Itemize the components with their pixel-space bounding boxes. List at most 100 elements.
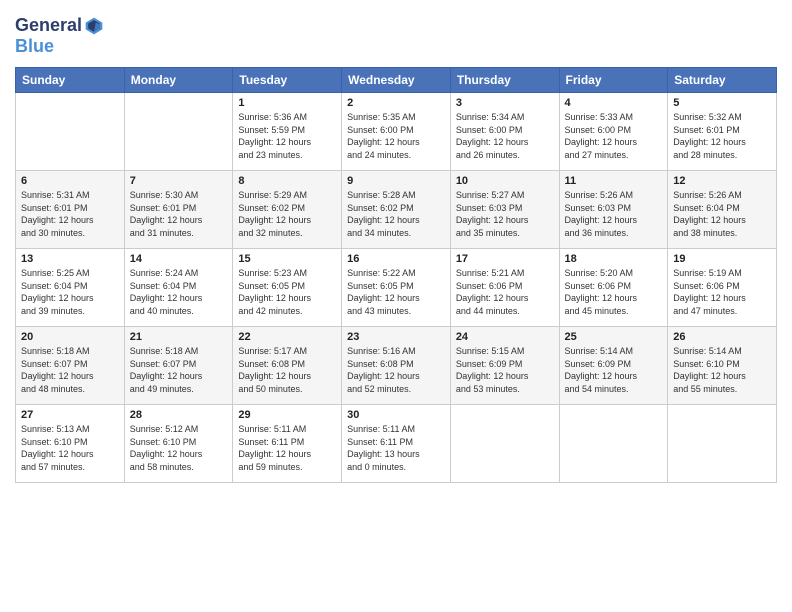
day-number: 21 xyxy=(130,331,228,343)
day-number: 16 xyxy=(347,253,445,265)
calendar-table: SundayMondayTuesdayWednesdayThursdayFrid… xyxy=(15,67,777,483)
sunrise-info: Sunrise: 5:35 AM xyxy=(347,112,416,122)
day-number: 17 xyxy=(456,253,554,265)
day-info: Sunrise: 5:27 AM Sunset: 6:03 PM Dayligh… xyxy=(456,189,554,239)
calendar-cell: 16 Sunrise: 5:22 AM Sunset: 6:05 PM Dayl… xyxy=(342,249,451,327)
day-number: 15 xyxy=(238,253,336,265)
logo-general-text: General xyxy=(15,15,82,36)
calendar-cell: 6 Sunrise: 5:31 AM Sunset: 6:01 PM Dayli… xyxy=(16,171,125,249)
daylight-info: Daylight: 12 hours xyxy=(130,293,203,303)
weekday-header-row: SundayMondayTuesdayWednesdayThursdayFrid… xyxy=(16,68,777,93)
day-info: Sunrise: 5:32 AM Sunset: 6:01 PM Dayligh… xyxy=(673,111,771,161)
calendar-cell: 8 Sunrise: 5:29 AM Sunset: 6:02 PM Dayli… xyxy=(233,171,342,249)
daylight-info: Daylight: 12 hours xyxy=(673,215,746,225)
daylight-info: Daylight: 12 hours xyxy=(238,215,311,225)
header: General Blue xyxy=(15,15,777,57)
daylight-info: Daylight: 12 hours xyxy=(130,449,203,459)
daylight-info: Daylight: 12 hours xyxy=(347,215,420,225)
daylight-minutes-info: and 58 minutes. xyxy=(130,462,194,472)
calendar-cell: 1 Sunrise: 5:36 AM Sunset: 5:59 PM Dayli… xyxy=(233,93,342,171)
day-info: Sunrise: 5:23 AM Sunset: 6:05 PM Dayligh… xyxy=(238,267,336,317)
calendar-cell: 27 Sunrise: 5:13 AM Sunset: 6:10 PM Dayl… xyxy=(16,405,125,483)
sunset-info: Sunset: 6:08 PM xyxy=(347,359,414,369)
weekday-header-thursday: Thursday xyxy=(450,68,559,93)
week-row-1: 1 Sunrise: 5:36 AM Sunset: 5:59 PM Dayli… xyxy=(16,93,777,171)
daylight-minutes-info: and 53 minutes. xyxy=(456,384,520,394)
sunrise-info: Sunrise: 5:11 AM xyxy=(347,424,415,434)
day-info: Sunrise: 5:17 AM Sunset: 6:08 PM Dayligh… xyxy=(238,345,336,395)
calendar-cell: 17 Sunrise: 5:21 AM Sunset: 6:06 PM Dayl… xyxy=(450,249,559,327)
day-info: Sunrise: 5:34 AM Sunset: 6:00 PM Dayligh… xyxy=(456,111,554,161)
day-info: Sunrise: 5:26 AM Sunset: 6:03 PM Dayligh… xyxy=(565,189,663,239)
sunrise-info: Sunrise: 5:34 AM xyxy=(456,112,525,122)
calendar-cell: 26 Sunrise: 5:14 AM Sunset: 6:10 PM Dayl… xyxy=(668,327,777,405)
daylight-minutes-info: and 32 minutes. xyxy=(238,228,302,238)
sunrise-info: Sunrise: 5:30 AM xyxy=(130,190,199,200)
daylight-info: Daylight: 12 hours xyxy=(565,293,638,303)
day-number: 1 xyxy=(238,97,336,109)
day-info: Sunrise: 5:20 AM Sunset: 6:06 PM Dayligh… xyxy=(565,267,663,317)
day-info: Sunrise: 5:30 AM Sunset: 6:01 PM Dayligh… xyxy=(130,189,228,239)
weekday-header-wednesday: Wednesday xyxy=(342,68,451,93)
day-info: Sunrise: 5:21 AM Sunset: 6:06 PM Dayligh… xyxy=(456,267,554,317)
calendar-cell: 18 Sunrise: 5:20 AM Sunset: 6:06 PM Dayl… xyxy=(559,249,668,327)
day-info: Sunrise: 5:18 AM Sunset: 6:07 PM Dayligh… xyxy=(130,345,228,395)
calendar-cell: 13 Sunrise: 5:25 AM Sunset: 6:04 PM Dayl… xyxy=(16,249,125,327)
daylight-minutes-info: and 36 minutes. xyxy=(565,228,629,238)
day-number: 22 xyxy=(238,331,336,343)
day-info: Sunrise: 5:22 AM Sunset: 6:05 PM Dayligh… xyxy=(347,267,445,317)
daylight-minutes-info: and 0 minutes. xyxy=(347,462,406,472)
day-info: Sunrise: 5:18 AM Sunset: 6:07 PM Dayligh… xyxy=(21,345,119,395)
daylight-minutes-info: and 47 minutes. xyxy=(673,306,737,316)
sunset-info: Sunset: 6:00 PM xyxy=(347,125,414,135)
day-info: Sunrise: 5:28 AM Sunset: 6:02 PM Dayligh… xyxy=(347,189,445,239)
daylight-minutes-info: and 59 minutes. xyxy=(238,462,302,472)
calendar-cell: 19 Sunrise: 5:19 AM Sunset: 6:06 PM Dayl… xyxy=(668,249,777,327)
sunset-info: Sunset: 6:03 PM xyxy=(456,203,523,213)
sunset-info: Sunset: 6:06 PM xyxy=(565,281,632,291)
daylight-minutes-info: and 34 minutes. xyxy=(347,228,411,238)
daylight-minutes-info: and 39 minutes. xyxy=(21,306,85,316)
daylight-minutes-info: and 55 minutes. xyxy=(673,384,737,394)
daylight-minutes-info: and 30 minutes. xyxy=(21,228,85,238)
calendar-cell xyxy=(668,405,777,483)
sunrise-info: Sunrise: 5:32 AM xyxy=(673,112,742,122)
sunrise-info: Sunrise: 5:20 AM xyxy=(565,268,634,278)
sunrise-info: Sunrise: 5:19 AM xyxy=(673,268,742,278)
calendar-cell: 4 Sunrise: 5:33 AM Sunset: 6:00 PM Dayli… xyxy=(559,93,668,171)
day-info: Sunrise: 5:26 AM Sunset: 6:04 PM Dayligh… xyxy=(673,189,771,239)
day-info: Sunrise: 5:31 AM Sunset: 6:01 PM Dayligh… xyxy=(21,189,119,239)
calendar-cell: 15 Sunrise: 5:23 AM Sunset: 6:05 PM Dayl… xyxy=(233,249,342,327)
day-number: 27 xyxy=(21,409,119,421)
sunset-info: Sunset: 6:01 PM xyxy=(130,203,197,213)
daylight-info: Daylight: 12 hours xyxy=(238,137,311,147)
calendar-cell: 3 Sunrise: 5:34 AM Sunset: 6:00 PM Dayli… xyxy=(450,93,559,171)
day-number: 13 xyxy=(21,253,119,265)
calendar-cell: 11 Sunrise: 5:26 AM Sunset: 6:03 PM Dayl… xyxy=(559,171,668,249)
day-info: Sunrise: 5:13 AM Sunset: 6:10 PM Dayligh… xyxy=(21,423,119,473)
daylight-minutes-info: and 40 minutes. xyxy=(130,306,194,316)
day-info: Sunrise: 5:11 AM Sunset: 6:11 PM Dayligh… xyxy=(238,423,336,473)
sunset-info: Sunset: 6:11 PM xyxy=(238,437,304,447)
day-number: 23 xyxy=(347,331,445,343)
sunrise-info: Sunrise: 5:18 AM xyxy=(21,346,90,356)
daylight-info: Daylight: 12 hours xyxy=(238,371,311,381)
daylight-info: Daylight: 13 hours xyxy=(347,449,420,459)
calendar-cell: 22 Sunrise: 5:17 AM Sunset: 6:08 PM Dayl… xyxy=(233,327,342,405)
day-info: Sunrise: 5:12 AM Sunset: 6:10 PM Dayligh… xyxy=(130,423,228,473)
calendar-cell: 20 Sunrise: 5:18 AM Sunset: 6:07 PM Dayl… xyxy=(16,327,125,405)
sunset-info: Sunset: 6:04 PM xyxy=(130,281,197,291)
sunset-info: Sunset: 6:04 PM xyxy=(673,203,740,213)
sunrise-info: Sunrise: 5:18 AM xyxy=(130,346,199,356)
daylight-info: Daylight: 12 hours xyxy=(673,293,746,303)
calendar-cell: 21 Sunrise: 5:18 AM Sunset: 6:07 PM Dayl… xyxy=(124,327,233,405)
daylight-minutes-info: and 38 minutes. xyxy=(673,228,737,238)
sunset-info: Sunset: 6:01 PM xyxy=(673,125,740,135)
calendar-cell: 25 Sunrise: 5:14 AM Sunset: 6:09 PM Dayl… xyxy=(559,327,668,405)
daylight-info: Daylight: 12 hours xyxy=(21,449,94,459)
daylight-minutes-info: and 49 minutes. xyxy=(130,384,194,394)
day-info: Sunrise: 5:35 AM Sunset: 6:00 PM Dayligh… xyxy=(347,111,445,161)
week-row-5: 27 Sunrise: 5:13 AM Sunset: 6:10 PM Dayl… xyxy=(16,405,777,483)
calendar-cell: 14 Sunrise: 5:24 AM Sunset: 6:04 PM Dayl… xyxy=(124,249,233,327)
sunset-info: Sunset: 6:05 PM xyxy=(347,281,414,291)
